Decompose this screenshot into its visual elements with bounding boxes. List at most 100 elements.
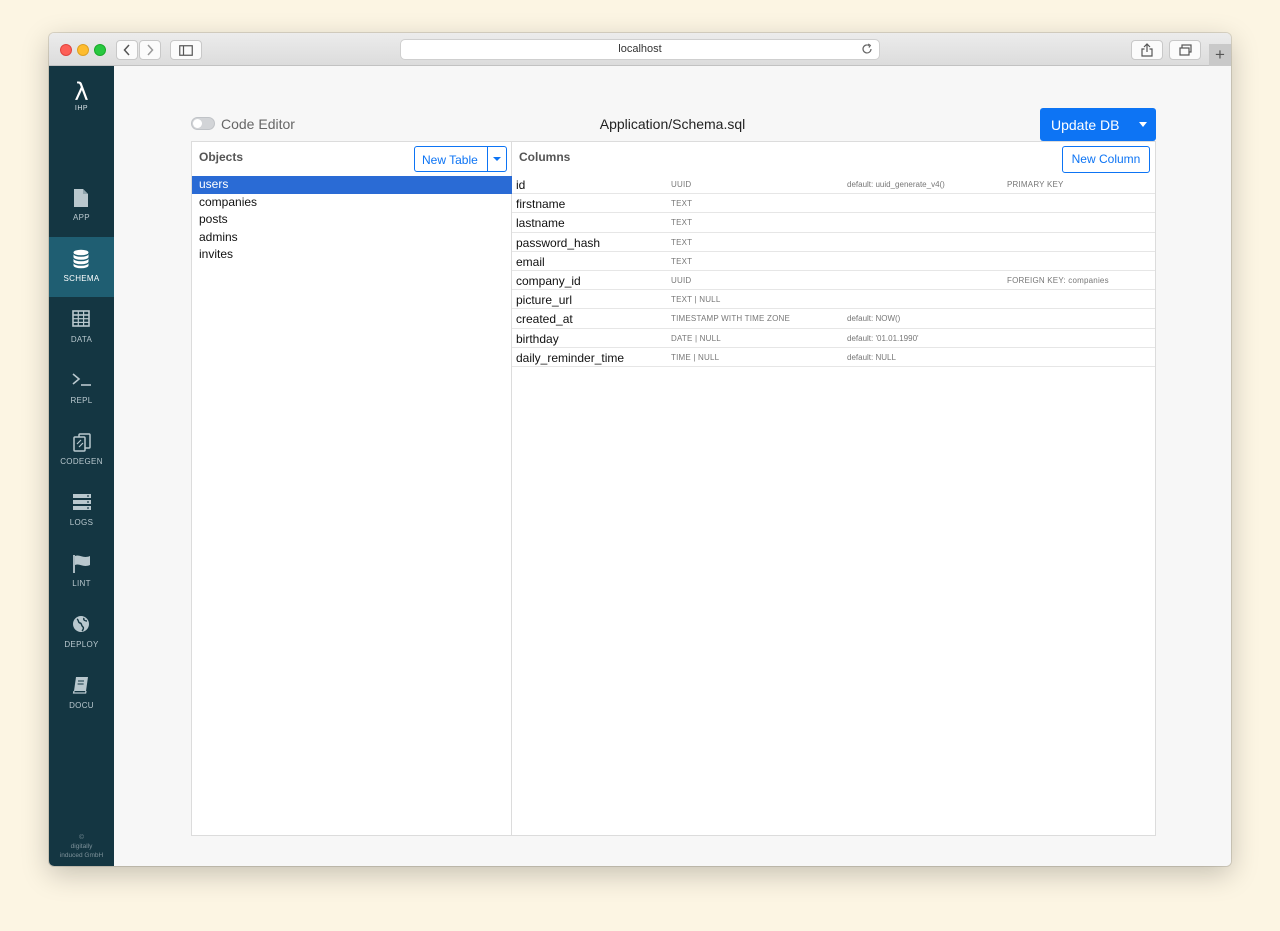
column-row[interactable]: picture_url TEXT | NULL (512, 290, 1155, 310)
column-row[interactable]: password_hash TEXT (512, 233, 1155, 252)
globe-icon (73, 616, 89, 632)
sidebar: λ IHP APP SCHEMA DATA REPL CODEGEN LOGS (49, 66, 114, 866)
column-name: created_at (516, 312, 573, 327)
column-type: DATE | NULL (671, 333, 721, 343)
sidebar-item-label: APP (73, 213, 90, 222)
main-content: Code Editor Application/Schema.sql Updat… (114, 66, 1231, 866)
sidebar-item-codegen[interactable]: CODEGEN (49, 420, 114, 480)
column-row[interactable]: firstname TEXT (512, 194, 1155, 214)
book-icon (72, 677, 88, 694)
column-name: company_id (516, 273, 581, 288)
column-name: picture_url (516, 293, 573, 308)
column-type: TEXT (671, 256, 693, 266)
table-icon (72, 310, 90, 327)
objects-pane: Objects New Table users companies posts adm… (192, 142, 512, 835)
column-default: default: uuid_generate_v4() (847, 180, 945, 189)
table-list-item[interactable]: posts (192, 211, 512, 229)
sidebar-toggle-button[interactable] (170, 40, 202, 60)
caret-down-icon (493, 157, 501, 161)
column-row[interactable]: company_id UUID FOREIGN KEY: companies (512, 271, 1155, 291)
maximize-window-button[interactable] (94, 44, 106, 56)
column-default: default: NOW() (847, 314, 901, 324)
close-window-button[interactable] (60, 44, 72, 56)
address-bar[interactable]: localhost (400, 39, 880, 60)
column-row[interactable]: lastname TEXT (512, 213, 1155, 233)
column-name: daily_reminder_time (516, 350, 625, 365)
file-icon (74, 189, 88, 207)
browser-titlebar: localhost + (49, 33, 1231, 66)
forward-button[interactable] (139, 40, 161, 60)
tabs-icon (1178, 44, 1192, 56)
sidebar-icon (179, 44, 193, 56)
column-constraint: FOREIGN KEY: companies (1007, 275, 1109, 285)
column-name: email (516, 254, 545, 269)
sidebar-item-label: DOCU (69, 701, 94, 710)
sidebar-item-repl[interactable]: REPL (49, 359, 114, 419)
column-name: password_hash (516, 235, 601, 250)
sidebar-item-data[interactable]: DATA (49, 298, 114, 358)
column-row[interactable]: email TEXT (512, 252, 1155, 271)
new-table-label: New Table (422, 153, 478, 167)
sidebar-item-schema[interactable]: SCHEMA (49, 237, 114, 297)
copy-icon (73, 433, 91, 452)
new-column-button[interactable]: New Column (1062, 146, 1150, 173)
column-type: UUID (671, 275, 692, 285)
column-name: lastname (516, 216, 565, 231)
sidebar-item-logs[interactable]: LOGS (49, 481, 114, 541)
column-name: birthday (516, 331, 559, 346)
lambda-logo-icon: λ (74, 78, 89, 106)
column-list: id UUID default: uuid_generate_v4() PRIMARY… (512, 175, 1155, 367)
table-list-item[interactable]: companies (192, 194, 512, 212)
update-db-label: Update DB (1051, 117, 1120, 133)
objects-title: Objects (199, 150, 244, 164)
column-constraint: PRIMARY KEY (1007, 180, 1064, 189)
column-type: TEXT (671, 199, 693, 209)
column-row[interactable]: id UUID default: uuid_generate_v4() PRIMARY… (512, 175, 1155, 195)
sidebar-item-label: CODEGEN (60, 457, 103, 466)
column-default: default: '01.01.1990' (847, 333, 919, 343)
sidebar-item-lint[interactable]: LINT (49, 542, 114, 602)
columns-pane: Columns New Column id UUID default: uuid_g… (512, 142, 1155, 835)
tabs-overview-button[interactable] (1169, 40, 1201, 60)
flag-icon (73, 555, 90, 573)
share-icon (1141, 43, 1153, 57)
reload-icon[interactable] (861, 43, 873, 55)
chevron-left-icon (123, 44, 130, 56)
share-button[interactable] (1131, 40, 1163, 60)
sidebar-item-label: LINT (72, 579, 91, 588)
column-row[interactable]: created_at TIMESTAMP WITH TIME ZONE defaul… (512, 309, 1155, 329)
caret-down-icon[interactable] (1139, 122, 1147, 127)
column-type: TEXT | NULL (671, 295, 721, 305)
table-list-item[interactable]: invites (192, 246, 512, 264)
sidebar-item-label: LOGS (69, 518, 94, 527)
sidebar-item-label: REPL (70, 396, 93, 405)
sidebar-item-label: DEPLOY (64, 640, 99, 649)
schema-panel: Objects New Table users companies posts adm… (191, 141, 1156, 836)
minimize-window-button[interactable] (77, 44, 89, 56)
ihp-logo[interactable]: λ IHP (49, 80, 114, 112)
sidebar-item-app[interactable]: APP (49, 176, 114, 236)
column-type: TIMESTAMP WITH TIME ZONE (671, 314, 791, 324)
sidebar-item-docu[interactable]: DOCU (49, 664, 114, 724)
terminal-icon (72, 373, 91, 386)
column-row[interactable]: birthday DATE | NULL default: '01.01.1990' (512, 329, 1155, 348)
column-name: firstname (516, 197, 566, 212)
columns-title: Columns (519, 150, 571, 164)
column-name: id (516, 178, 526, 192)
column-type: TEXT (671, 237, 693, 247)
new-table-button[interactable]: New Table (414, 146, 507, 172)
url-text: localhost (618, 43, 662, 55)
back-button[interactable] (116, 40, 138, 60)
column-type: TIME | NULL (671, 352, 720, 362)
new-table-dropdown-button[interactable] (487, 147, 506, 171)
update-db-button[interactable]: Update DB (1040, 108, 1156, 141)
server-icon (73, 494, 91, 510)
sidebar-item-deploy[interactable]: DEPLOY (49, 603, 114, 663)
table-list: users companies posts admins invites (192, 176, 512, 264)
table-list-item[interactable]: users (192, 176, 512, 194)
table-list-item[interactable]: admins (192, 229, 512, 247)
sidebar-item-label: SCHEMA (63, 274, 100, 283)
column-type: UUID (671, 180, 692, 189)
new-tab-button[interactable]: + (1209, 44, 1231, 66)
column-row[interactable]: daily_reminder_time TIME | NULL default: N… (512, 348, 1155, 367)
